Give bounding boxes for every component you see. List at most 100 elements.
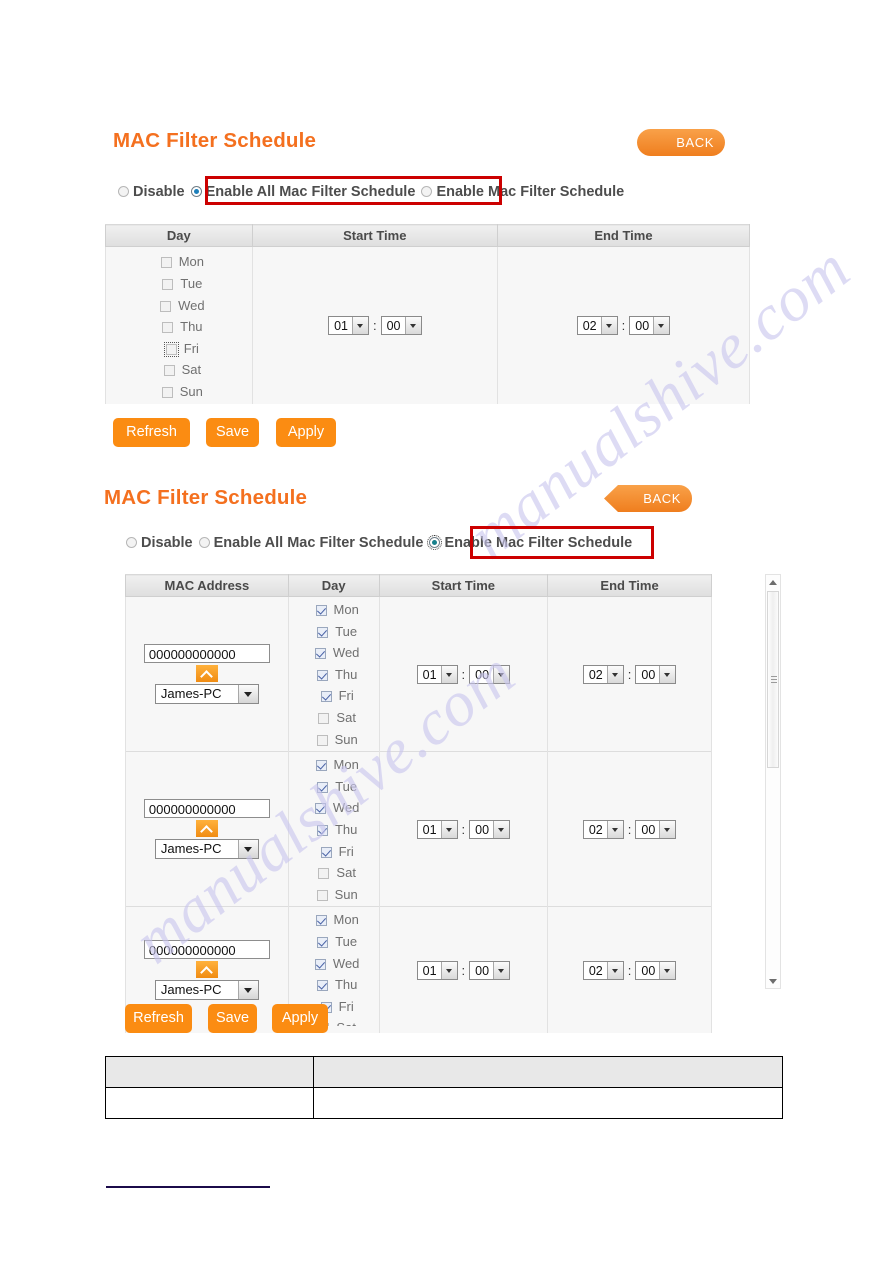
chevron-down-icon[interactable] — [440, 820, 457, 838]
day-checkbox-wed[interactable]: Wed — [297, 642, 378, 664]
checkbox-icon[interactable] — [317, 781, 329, 793]
checkbox-icon[interactable] — [163, 341, 179, 357]
start-hour-select[interactable]: 01 — [416, 819, 458, 839]
checkbox-icon[interactable] — [316, 980, 328, 992]
day-checkbox-mon[interactable]: Mon — [114, 251, 251, 273]
apply-button[interactable]: Apply — [276, 418, 336, 447]
day-checkbox-sun[interactable]: Sun — [297, 884, 378, 906]
day-checkbox-tue[interactable]: Tue — [297, 621, 378, 643]
scroll-down-arrow-icon[interactable] — [766, 974, 780, 988]
chevron-down-icon[interactable] — [493, 961, 510, 979]
chevron-down-icon[interactable] — [600, 317, 617, 334]
back-button[interactable]: BACK — [604, 485, 692, 512]
checkbox-icon[interactable] — [315, 760, 327, 772]
checkbox-icon[interactable] — [161, 386, 173, 398]
checkbox-icon[interactable] — [316, 734, 328, 746]
chevron-up-icon[interactable] — [195, 820, 218, 838]
checkbox-icon[interactable] — [318, 712, 330, 724]
chevron-down-icon[interactable] — [659, 665, 676, 683]
save-button[interactable]: Save — [206, 418, 259, 447]
start-minute-select[interactable]: 00 — [469, 960, 511, 980]
radio-option-disable[interactable]: Disable — [118, 184, 185, 200]
chevron-down-icon[interactable] — [659, 961, 676, 979]
chevron-down-icon[interactable] — [237, 981, 258, 1000]
checkbox-icon[interactable] — [162, 279, 174, 291]
day-checkbox-fri[interactable]: Fri — [297, 685, 378, 707]
chevron-down-icon[interactable] — [440, 665, 457, 683]
day-checkbox-sat[interactable]: Sat — [297, 707, 378, 729]
chevron-up-icon[interactable] — [195, 665, 218, 683]
start-minute-select[interactable]: 00 — [469, 819, 511, 839]
radio-icon[interactable] — [421, 186, 433, 197]
device-select[interactable]: James-PC — [154, 839, 259, 860]
day-checkbox-thu[interactable]: Thu — [297, 819, 378, 841]
checkbox-icon[interactable] — [160, 300, 172, 312]
radio-option-enable-all[interactable]: Enable All Mac Filter Schedule — [198, 535, 423, 551]
day-checkbox-wed[interactable]: Wed — [297, 797, 378, 819]
chevron-up-icon[interactable] — [195, 961, 218, 979]
end-minute-select[interactable]: 00 — [635, 819, 677, 839]
start-hour-select[interactable]: 01 — [416, 960, 458, 980]
day-checkbox-mon[interactable]: Mon — [297, 754, 378, 776]
chevron-down-icon[interactable] — [659, 820, 676, 838]
checkbox-icon[interactable] — [320, 691, 332, 703]
day-checkbox-sun[interactable]: Sun — [297, 729, 378, 751]
scrollbar-thumb[interactable] — [767, 591, 779, 768]
checkbox-icon[interactable] — [315, 915, 327, 927]
checkbox-icon[interactable] — [160, 257, 172, 269]
chevron-down-icon[interactable] — [653, 317, 670, 334]
day-checkbox-sat[interactable]: Sat — [114, 359, 251, 381]
radio-icon[interactable] — [126, 537, 137, 548]
end-hour-select[interactable]: 02 — [582, 664, 624, 684]
chevron-down-icon[interactable] — [237, 840, 258, 859]
start-hour-select[interactable]: 01 — [328, 316, 369, 335]
day-checkbox-wed[interactable]: Wed — [297, 953, 378, 975]
day-checkbox-thu[interactable]: Thu — [114, 316, 251, 338]
vertical-scrollbar[interactable] — [765, 574, 781, 989]
refresh-button[interactable]: Refresh — [125, 1004, 192, 1033]
radio-option-disable[interactable]: Disable — [126, 535, 193, 551]
refresh-button[interactable]: Refresh — [113, 418, 190, 447]
chevron-down-icon[interactable] — [440, 961, 457, 979]
chevron-down-icon[interactable] — [493, 665, 510, 683]
day-checkbox-tue[interactable]: Tue — [114, 273, 251, 295]
radio-option-enable-all[interactable]: Enable All Mac Filter Schedule — [190, 184, 415, 200]
radio-icon[interactable] — [118, 186, 129, 197]
start-minute-select[interactable]: 00 — [469, 664, 511, 684]
checkbox-icon[interactable] — [314, 958, 326, 970]
checkbox-icon[interactable] — [162, 322, 174, 334]
end-minute-select[interactable]: 00 — [635, 664, 677, 684]
radio-icon[interactable] — [190, 186, 202, 197]
chevron-down-icon[interactable] — [606, 961, 623, 979]
radio-option-enable[interactable]: Enable Mac Filter Schedule — [421, 184, 624, 200]
start-minute-select[interactable]: 00 — [380, 316, 422, 335]
chevron-down-icon[interactable] — [606, 820, 623, 838]
end-hour-select[interactable]: 02 — [576, 316, 618, 335]
day-checkbox-mon[interactable]: Mon — [297, 909, 378, 931]
chevron-down-icon[interactable] — [493, 820, 510, 838]
checkbox-icon[interactable] — [314, 648, 326, 660]
checkbox-icon[interactable] — [316, 669, 328, 681]
end-hour-select[interactable]: 02 — [582, 960, 624, 980]
scroll-up-arrow-icon[interactable] — [766, 575, 780, 589]
radio-option-enable[interactable]: Enable Mac Filter Schedule — [427, 535, 632, 551]
day-checkbox-fri[interactable]: Fri — [297, 841, 378, 863]
checkbox-icon[interactable] — [320, 846, 332, 858]
chevron-down-icon[interactable] — [351, 317, 368, 334]
mac-address-input[interactable]: 000000000000 — [143, 940, 270, 960]
device-select[interactable]: James-PC — [154, 980, 259, 1001]
back-button[interactable]: BACK — [637, 129, 725, 156]
radio-icon[interactable] — [198, 537, 210, 548]
checkbox-icon[interactable] — [318, 868, 330, 880]
checkbox-icon[interactable] — [314, 803, 326, 815]
chevron-down-icon[interactable] — [404, 317, 421, 334]
day-checkbox-sun[interactable]: Sun — [114, 381, 251, 403]
day-checkbox-tue[interactable]: Tue — [297, 931, 378, 953]
checkbox-icon[interactable] — [315, 605, 327, 616]
apply-button[interactable]: Apply — [272, 1004, 328, 1033]
end-minute-select[interactable]: 00 — [635, 960, 677, 980]
day-checkbox-thu[interactable]: Thu — [297, 974, 378, 996]
day-checkbox-mon[interactable]: Mon — [297, 599, 378, 621]
day-checkbox-tue[interactable]: Tue — [297, 776, 378, 798]
chevron-down-icon[interactable] — [606, 665, 623, 683]
